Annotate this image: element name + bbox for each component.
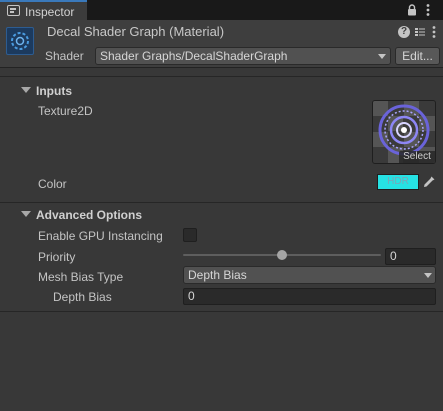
texture-label: Texture2D — [38, 104, 93, 118]
help-icon[interactable]: ? — [398, 26, 410, 38]
window-menu-icon[interactable] — [425, 3, 431, 17]
gpu-instancing-checkbox[interactable] — [183, 228, 197, 242]
foldout-arrow-icon[interactable] — [21, 87, 31, 93]
priority-slider-thumb[interactable] — [277, 250, 287, 260]
divider — [0, 202, 443, 203]
component-menu-icon[interactable] — [431, 25, 437, 39]
priority-label: Priority — [38, 250, 76, 264]
chevron-down-icon — [378, 54, 386, 59]
hdr-label: HDR — [387, 176, 409, 187]
material-icon — [6, 27, 34, 55]
tab-inspector[interactable]: Inspector — [0, 0, 87, 20]
inspector-icon — [7, 5, 20, 16]
inputs-section-title[interactable]: Inputs — [36, 84, 72, 98]
gpu-instancing-label: Enable GPU Instancing — [38, 229, 163, 243]
divider — [0, 76, 443, 77]
texture-select-button[interactable]: Select — [399, 151, 435, 163]
preset-icon[interactable] — [414, 26, 426, 38]
foldout-arrow-icon[interactable] — [21, 211, 31, 217]
divider — [0, 311, 443, 312]
mesh-bias-type-label: Mesh Bias Type — [38, 270, 124, 284]
shader-value: Shader Graphs/DecalShaderGraph — [100, 49, 288, 63]
chevron-down-icon — [424, 273, 432, 278]
color-label: Color — [38, 177, 67, 191]
eyedropper-icon[interactable] — [422, 175, 436, 189]
mesh-bias-type-value: Depth Bias — [188, 268, 247, 282]
material-title: Decal Shader Graph (Material) — [47, 24, 225, 39]
edit-shader-button[interactable]: Edit... — [395, 47, 440, 65]
advanced-section-title[interactable]: Advanced Options — [36, 208, 142, 222]
mesh-bias-type-dropdown[interactable]: Depth Bias — [183, 266, 436, 284]
depth-bias-field[interactable]: 0 — [183, 288, 436, 305]
priority-field[interactable]: 0 — [385, 248, 436, 265]
shader-label: Shader — [45, 49, 84, 63]
texture-slot[interactable]: Select — [372, 100, 436, 164]
color-swatch[interactable]: HDR — [377, 174, 419, 190]
tab-inspector-label: Inspector — [25, 5, 75, 19]
shader-dropdown[interactable]: Shader Graphs/DecalShaderGraph — [95, 47, 391, 65]
lock-icon[interactable] — [407, 4, 417, 16]
depth-bias-label: Depth Bias — [53, 290, 112, 304]
